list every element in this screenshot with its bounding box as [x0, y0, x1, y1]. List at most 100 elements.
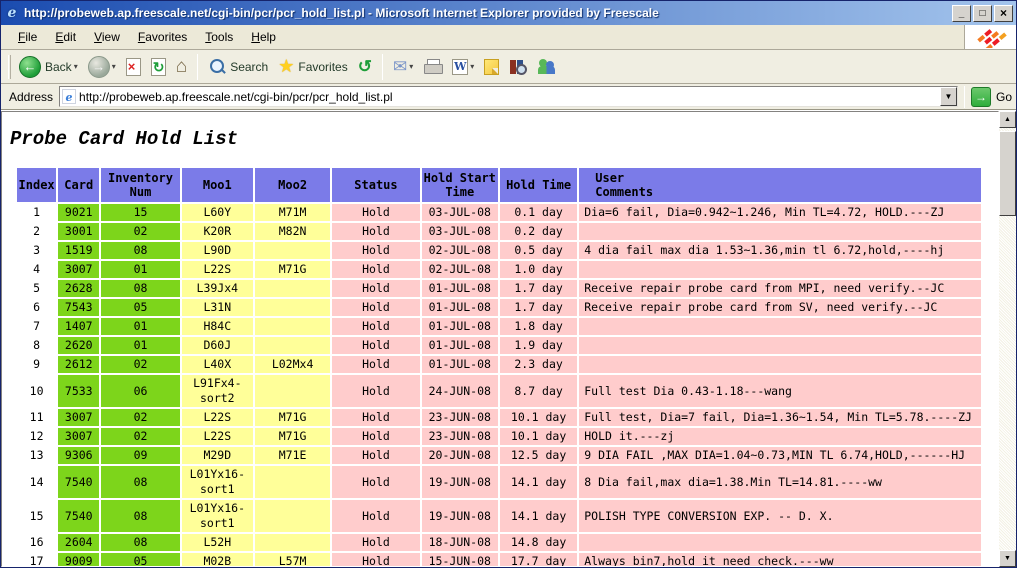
cell-card: 1407 [58, 318, 99, 335]
cell-card: 3007 [58, 428, 99, 445]
cell-hold-time: 1.7 day [500, 299, 577, 316]
menu-item-favorites[interactable]: Favorites [129, 27, 196, 47]
favorites-button[interactable]: ★ Favorites [274, 54, 352, 79]
cell-card: 3001 [58, 223, 99, 240]
cell-status: Hold [332, 375, 419, 407]
home-button[interactable]: ⌂ [172, 56, 191, 78]
cell-hold-time: 10.1 day [500, 409, 577, 426]
cell-inventory-num: 05 [101, 553, 179, 567]
cell-hold-start-time: 24-JUN-08 [422, 375, 498, 407]
cell-moo1: L01Yx16-sort1 [182, 466, 253, 498]
cell-hold-start-time: 19-JUN-08 [422, 466, 498, 498]
cell-status: Hold [332, 466, 419, 498]
cell-index: 4 [17, 261, 56, 278]
cell-inventory-num: 01 [101, 337, 179, 354]
stop-button[interactable]: × [122, 56, 145, 78]
cell-status: Hold [332, 204, 419, 221]
menu-item-edit[interactable]: Edit [46, 27, 85, 47]
cell-hold-time: 1.9 day [500, 337, 577, 354]
table-row: 3151908L90DHold02-JUL-080.5 day4 dia fai… [17, 242, 981, 259]
cell-hold-time: 2.3 day [500, 356, 577, 373]
cell-card: 7540 [58, 466, 99, 498]
mail-button[interactable]: ✉ ▾ [389, 55, 417, 79]
address-dropdown-icon[interactable]: ▼ [940, 87, 957, 106]
cell-hold-start-time: 01-JUL-08 [422, 337, 498, 354]
page-icon: e [62, 89, 76, 104]
cell-status: Hold [332, 280, 419, 297]
browser-window: e http://probeweb.ap.freescale.net/cgi-b… [0, 0, 1017, 568]
cell-moo1: K20R [182, 223, 253, 240]
hold-list-table: Index Card Inventory Num Moo1 Moo2 Statu… [15, 166, 983, 567]
toolbar-grip[interactable] [8, 55, 11, 79]
close-button[interactable]: × [994, 5, 1013, 22]
cell-user-comment: Dia=6 fail, Dia=0.942~1.246, Min TL=4.72… [579, 204, 981, 221]
forward-icon: → [88, 56, 110, 78]
cell-hold-time: 8.7 day [500, 375, 577, 407]
cell-moo2 [255, 318, 330, 335]
cell-index: 3 [17, 242, 56, 259]
table-row: 1902115L60YM71MHold03-JUL-080.1 dayDia=6… [17, 204, 981, 221]
cell-status: Hold [332, 500, 419, 532]
scrollbar-thumb[interactable] [999, 131, 1016, 216]
table-row: 12300702L22SM71GHold23-JUN-0810.1 dayHOL… [17, 428, 981, 445]
scroll-up-icon[interactable]: ▲ [999, 111, 1016, 128]
cell-card: 2628 [58, 280, 99, 297]
menu-item-view[interactable]: View [85, 27, 129, 47]
freescale-logo [964, 25, 1016, 49]
cell-moo2 [255, 500, 330, 532]
cell-hold-start-time: 01-JUL-08 [422, 356, 498, 373]
cell-hold-start-time: 19-JUN-08 [422, 500, 498, 532]
back-button[interactable]: ← Back ▾ [15, 54, 82, 80]
go-button[interactable]: → Go [971, 87, 1012, 107]
forward-button[interactable]: → ▾ [84, 54, 120, 80]
cell-user-comment: 9 DIA FAIL ,MAX DIA=1.04~0.73,MIN TL 6.7… [579, 447, 981, 464]
cell-status: Hold [332, 356, 419, 373]
word-dropdown-icon[interactable]: ▾ [470, 62, 474, 71]
research-button[interactable] [505, 57, 531, 77]
cell-status: Hold [332, 428, 419, 445]
print-button[interactable] [419, 57, 446, 77]
edit-with-word-button[interactable]: W ▾ [448, 57, 478, 77]
cell-card: 1519 [58, 242, 99, 259]
forward-dropdown-icon[interactable]: ▾ [112, 62, 116, 71]
search-label: Search [230, 60, 268, 74]
cell-hold-start-time: 01-JUL-08 [422, 318, 498, 335]
search-icon [208, 58, 226, 76]
cell-moo1: L01Yx16-sort1 [182, 500, 253, 532]
cell-hold-time: 0.2 day [500, 223, 577, 240]
page-title: Probe Card Hold List [10, 128, 998, 150]
cell-hold-time: 1.7 day [500, 280, 577, 297]
search-button[interactable]: Search [204, 56, 272, 78]
print-icon [423, 59, 442, 75]
cell-index: 6 [17, 299, 56, 316]
cell-status: Hold [332, 534, 419, 551]
menu-item-help[interactable]: Help [242, 27, 285, 47]
header-moo2: Moo2 [255, 168, 330, 202]
toolbar-separator [197, 54, 198, 80]
home-icon: ⌂ [176, 58, 187, 76]
ie-logo-icon: e [4, 5, 20, 21]
menu-item-tools[interactable]: Tools [196, 27, 242, 47]
maximize-button[interactable]: □ [973, 5, 992, 22]
cell-user-comment [579, 337, 981, 354]
cell-card: 3007 [58, 409, 99, 426]
cell-moo1: L39Jx4 [182, 280, 253, 297]
menu-item-file[interactable]: File [9, 27, 46, 47]
cell-moo2: M71E [255, 447, 330, 464]
refresh-button[interactable]: ↻ [147, 56, 170, 78]
cell-inventory-num: 02 [101, 356, 179, 373]
vertical-scrollbar[interactable]: ▲ ▼ [999, 111, 1016, 567]
cell-inventory-num: 01 [101, 261, 179, 278]
messenger-button[interactable] [533, 56, 561, 77]
address-input[interactable] [79, 88, 940, 105]
scroll-down-icon[interactable]: ▼ [999, 550, 1016, 567]
cell-hold-start-time: 23-JUN-08 [422, 428, 498, 445]
minimize-button[interactable]: _ [952, 5, 971, 22]
cell-hold-time: 10.1 day [500, 428, 577, 445]
history-button[interactable]: ↺ [354, 55, 376, 79]
discuss-button[interactable] [480, 57, 503, 77]
mail-dropdown-icon[interactable]: ▾ [409, 62, 413, 71]
back-dropdown-icon[interactable]: ▾ [74, 62, 78, 71]
cell-moo1: L91Fx4-sort2 [182, 375, 253, 407]
cell-hold-start-time: 02-JUL-08 [422, 242, 498, 259]
